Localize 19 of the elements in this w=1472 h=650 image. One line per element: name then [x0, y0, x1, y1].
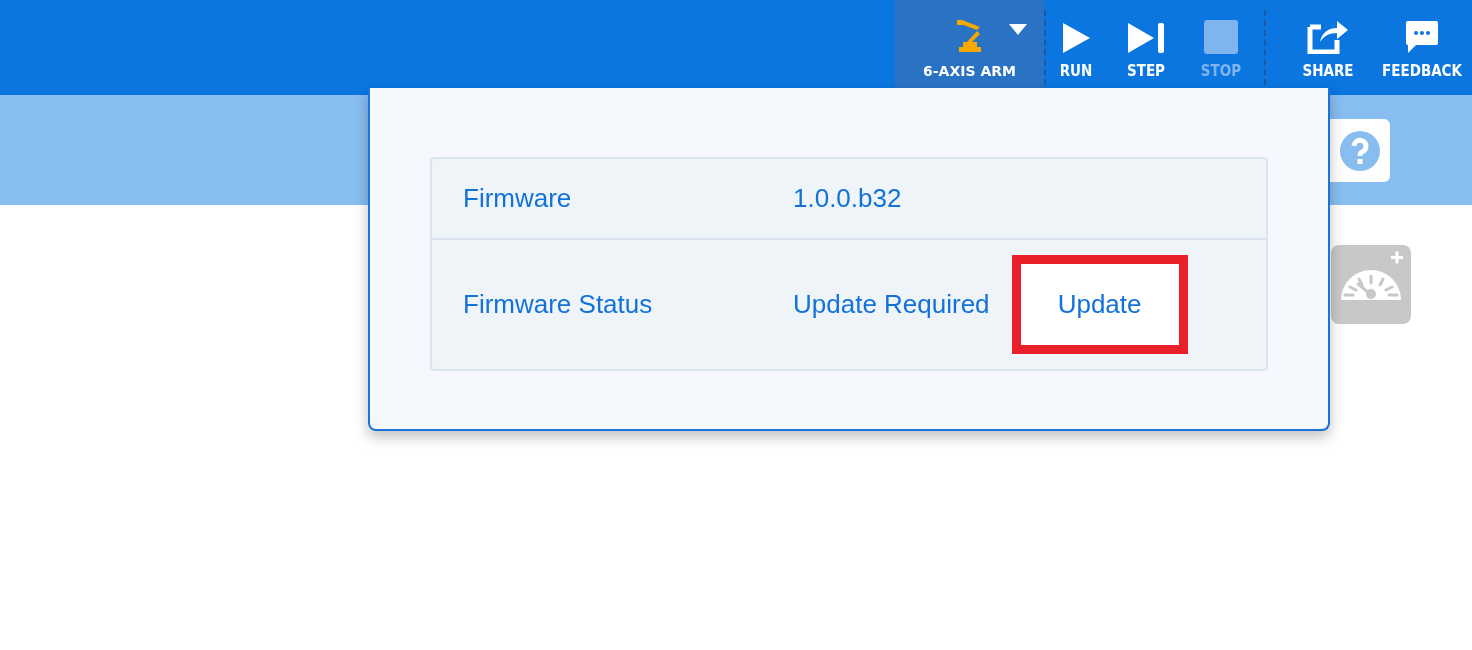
skip-forward-icon: [1126, 22, 1166, 54]
add-gauge-button[interactable]: [1331, 245, 1411, 324]
row-value: 1.0.0.b32: [793, 183, 902, 214]
chat-icon: [1405, 20, 1439, 54]
help-icon: [1339, 129, 1381, 172]
update-button[interactable]: Update: [1011, 255, 1188, 354]
share-button[interactable]: SHARE: [1284, 0, 1372, 95]
play-icon: [1061, 22, 1091, 54]
row-label: Firmware Status: [463, 289, 654, 320]
run-button[interactable]: RUN: [1046, 0, 1106, 95]
feedback-button[interactable]: FEEDBACK: [1372, 0, 1472, 95]
share-icon: [1307, 18, 1349, 54]
row-label: Firmware: [463, 183, 573, 214]
stop-icon: [1204, 20, 1238, 54]
caret-icon: [1009, 24, 1027, 36]
robot-name: 6-AXIS ARM: [923, 63, 1016, 79]
help-button[interactable]: [1330, 119, 1390, 182]
step-button[interactable]: STEP: [1106, 0, 1186, 95]
row-value: Update Required: [793, 289, 990, 320]
